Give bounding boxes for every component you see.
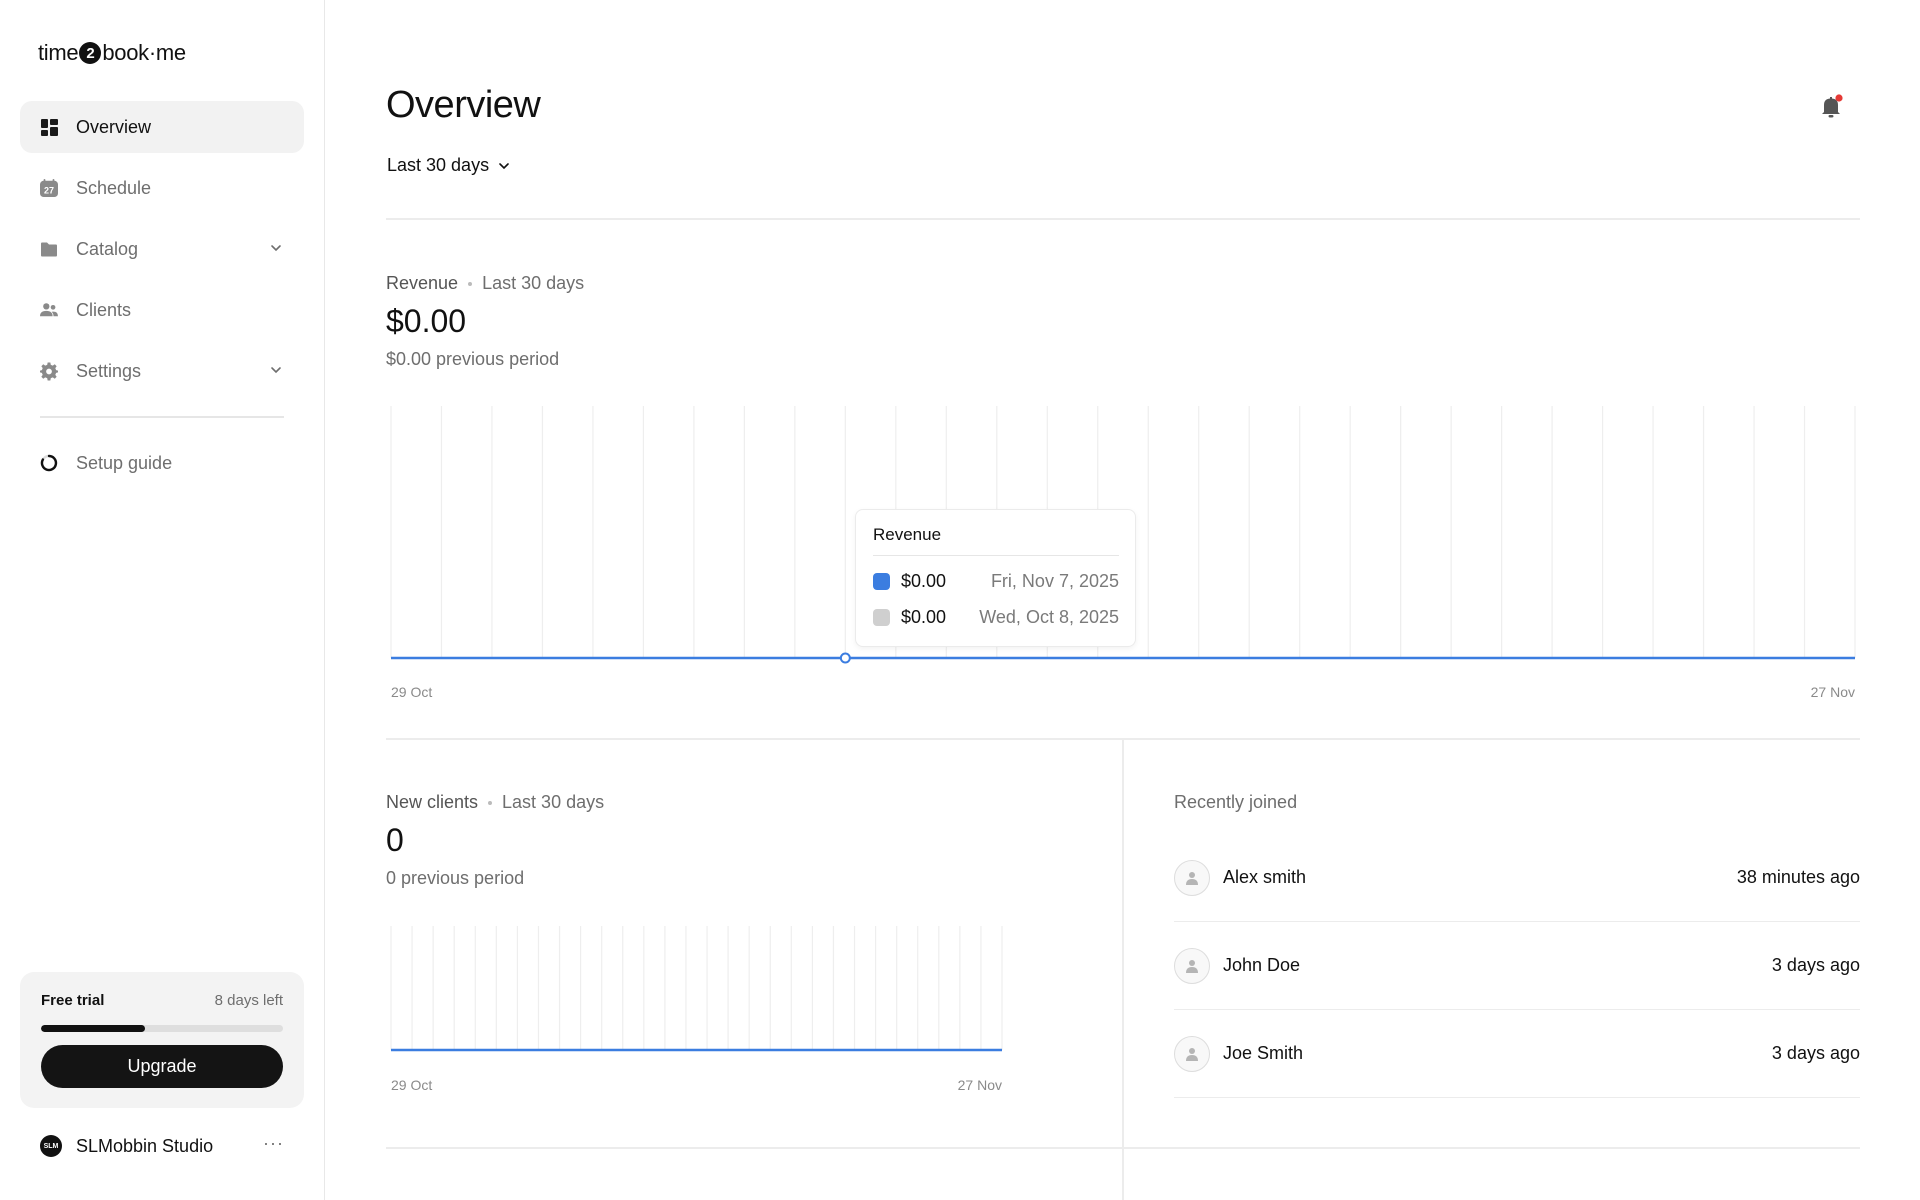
revenue-value: $0.00 — [386, 303, 467, 339]
main-content: Overview Last 30 days Revenue Last 30 da… — [326, 0, 1920, 1200]
joined-time: 3 days ago — [1771, 1043, 1860, 1063]
client-name: Alex smith — [1223, 867, 1307, 887]
revenue-label: Revenue — [386, 273, 459, 293]
section-divider — [386, 1147, 1860, 1149]
chevron-down-icon — [499, 162, 509, 169]
new-clients-label: New clients — [386, 792, 479, 812]
bell-icon — [1822, 94, 1843, 118]
new-clients-range: Last 30 days — [502, 792, 605, 812]
chevron-down-icon[interactable] — [270, 241, 282, 259]
trial-title: Free trial — [41, 992, 105, 1009]
sidebar-item-label: Settings — [76, 360, 142, 381]
tooltip-row-previous: $0.00 Wed, Oct 8, 2025 — [873, 606, 1119, 628]
notification-dot — [1835, 94, 1843, 102]
main-nav: Overview 27 Schedule Catalog Clients Set… — [20, 101, 304, 406]
trial-days-left: 8 days left — [214, 992, 283, 1009]
revenue-previous: $0.00 previous period — [386, 349, 560, 369]
client-name: Joe Smith — [1223, 1043, 1304, 1063]
header-divider — [386, 218, 1860, 220]
chevron-down-icon[interactable] — [270, 363, 282, 381]
x-tick-label-end: 27 Nov — [1811, 684, 1855, 700]
x-tick-label-start: 29 Oct — [391, 684, 432, 700]
sidebar-item-label: Clients — [76, 299, 132, 320]
upgrade-button[interactable]: Upgrade — [41, 1045, 283, 1088]
client-name: John Doe — [1223, 955, 1301, 975]
trial-progress-bar — [41, 1025, 283, 1032]
x-tick-label-end: 27 Nov — [958, 1077, 1002, 1093]
sidebar-item-overview[interactable]: Overview — [20, 101, 304, 153]
studio-name: SLMobbin Studio — [76, 1135, 214, 1156]
joined-time: 38 minutes ago — [1736, 867, 1860, 887]
tooltip-amount: $0.00 — [901, 606, 947, 627]
logo-text-start: time — [38, 40, 79, 65]
page-title: Overview — [386, 84, 541, 126]
recent-client-row[interactable]: John Doe 3 days ago — [1174, 922, 1860, 1010]
separator-dot — [468, 281, 473, 286]
tooltip-date: Fri, Nov 7, 2025 — [990, 570, 1119, 591]
recently-joined-title: Recently joined — [1174, 792, 1298, 812]
studio-switcher[interactable]: SLM SLMobbin Studio ··· — [40, 1133, 284, 1159]
sidebar-divider — [40, 416, 284, 418]
more-options-icon[interactable]: ··· — [263, 1133, 284, 1154]
sidebar-item-label: Setup guide — [76, 452, 173, 473]
highlight-point — [839, 652, 851, 664]
recent-client-row[interactable]: Joe Smith 3 days ago — [1174, 1010, 1860, 1098]
logo-text-end: book·me — [102, 40, 186, 65]
sidebar-item-schedule[interactable]: 27 Schedule — [20, 162, 304, 214]
new-clients-chart[interactable]: 29 Oct 27 Nov — [386, 920, 1006, 1100]
free-trial-card: Free trial 8 days left Upgrade — [20, 972, 304, 1108]
sidebar-item-setup-guide[interactable]: Setup guide — [20, 437, 304, 489]
gear-icon — [40, 362, 58, 380]
new-clients-header: New clients Last 30 days — [386, 792, 604, 813]
sidebar-item-catalog[interactable]: Catalog — [20, 223, 304, 275]
sidebar-item-label: Overview — [76, 116, 152, 137]
column-divider — [1122, 739, 1124, 1200]
tooltip-date: Wed, Oct 8, 2025 — [979, 606, 1119, 627]
user-avatar-icon — [1174, 947, 1210, 984]
sidebar-item-label: Catalog — [76, 238, 139, 259]
tooltip-row-current: $0.00 Fri, Nov 7, 2025 — [873, 570, 1119, 592]
new-clients-value: 0 — [386, 822, 404, 858]
date-range-select[interactable]: Last 30 days — [387, 155, 510, 176]
separator-dot — [488, 800, 493, 805]
calendar-icon-number: 27 — [44, 185, 54, 195]
legend-swatch-previous — [873, 608, 890, 626]
calendar-icon: 27 — [40, 179, 58, 197]
tooltip-title: Revenue — [873, 525, 942, 544]
logo-badge: 2 — [79, 42, 102, 64]
dashboard-icon — [40, 118, 58, 136]
date-range-label: Last 30 days — [387, 155, 490, 175]
recent-client-row[interactable]: Alex smith 38 minutes ago — [1174, 834, 1860, 922]
app-logo[interactable]: time 2 book·me — [38, 40, 186, 66]
joined-time: 3 days ago — [1771, 955, 1860, 975]
user-avatar-icon — [1174, 1035, 1210, 1072]
sidebar-item-settings[interactable]: Settings — [20, 345, 304, 397]
revenue-tooltip: Revenue $0.00 Fri, Nov 7, 2025 $0.00 Wed… — [855, 509, 1136, 647]
users-icon — [40, 301, 58, 319]
folder-icon — [40, 240, 58, 258]
revenue-range: Last 30 days — [482, 273, 585, 293]
legend-swatch-current — [873, 572, 890, 590]
x-tick-label-start: 29 Oct — [391, 1077, 432, 1093]
sidebar: time 2 book·me Overview 27 Schedule Cata… — [0, 0, 325, 1200]
new-clients-previous: 0 previous period — [386, 868, 525, 888]
revenue-header: Revenue Last 30 days — [386, 273, 584, 294]
trial-progress-fill — [41, 1025, 146, 1032]
sidebar-item-label: Schedule — [76, 177, 152, 198]
setup-guide-section: Setup guide — [20, 437, 304, 498]
studio-avatar: SLM — [40, 1135, 62, 1157]
progress-ring-icon — [40, 454, 58, 472]
sidebar-item-clients[interactable]: Clients — [20, 284, 304, 336]
tooltip-divider — [873, 555, 1119, 556]
notifications-button[interactable] — [1820, 94, 1844, 120]
tooltip-amount: $0.00 — [901, 570, 947, 591]
user-avatar-icon — [1174, 859, 1210, 896]
